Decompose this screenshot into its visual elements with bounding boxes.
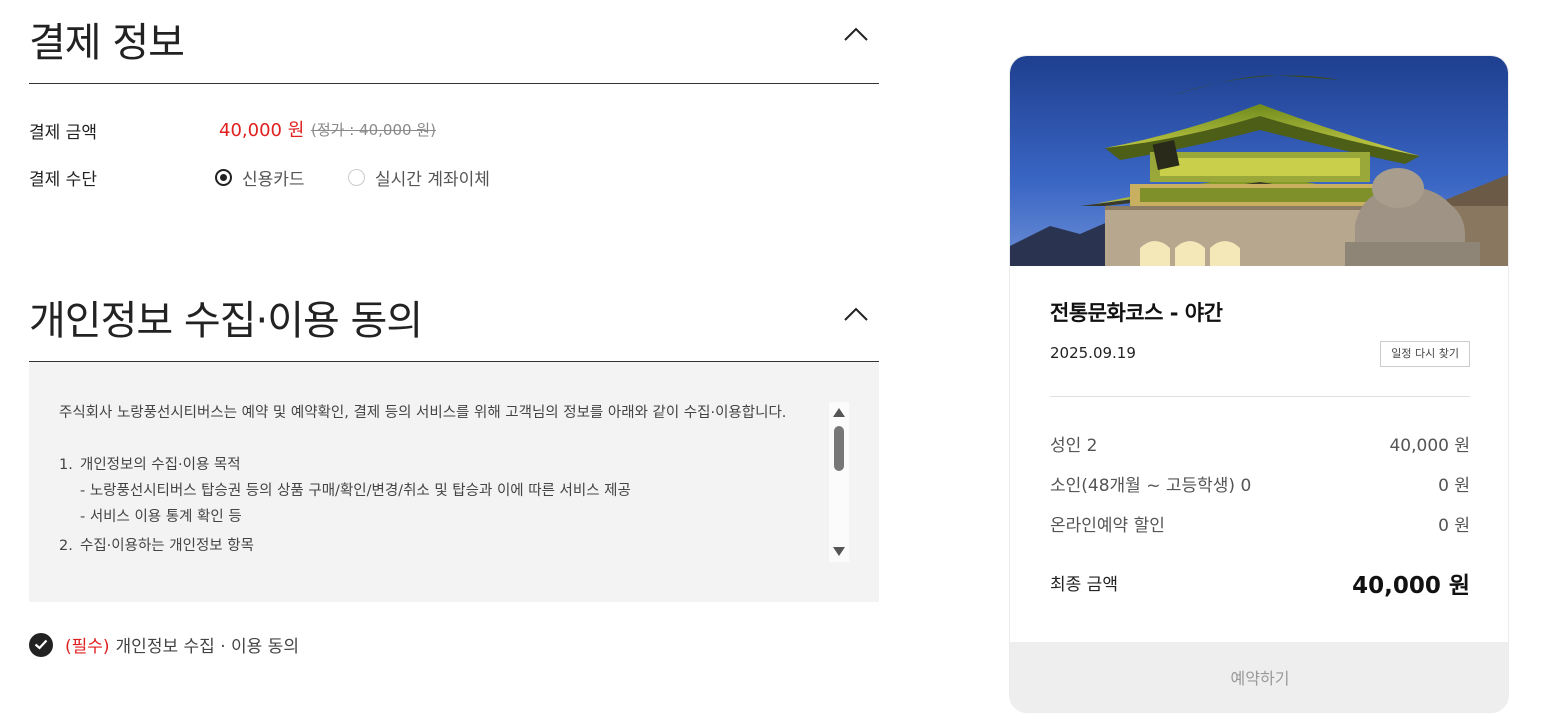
line-item-value: 0 원 (1438, 476, 1470, 496)
palace-night-photo (1010, 56, 1508, 266)
payment-amount-row: 결제 금액 40,000 원 (정가 : 40,000 원) (29, 118, 879, 143)
privacy-terms-content: 주식회사 노랑풍선시티버스는 예약 및 예약확인, 결제 등의 서비스를 위해 … (59, 404, 829, 562)
left-column: 결제 정보 결제 금액 40,000 원 (정가 : 40,000 원) 결제 … (29, 0, 879, 657)
reschedule-button[interactable]: 일정 다시 찾기 (1380, 341, 1470, 367)
payment-section-title: 결제 정보 (29, 20, 185, 66)
scroll-thumb[interactable] (834, 426, 844, 471)
terms-item1-sub2: - 서비스 이용 통계 확인 등 (80, 509, 242, 525)
booking-summary-card: 전통문화코스 - 야간 2025.09.19 일정 다시 찾기 성인 2 40,… (1009, 55, 1509, 713)
required-tag: (필수) (65, 637, 110, 657)
course-date: 2025.09.19 (1050, 344, 1136, 362)
line-item-adult: 성인 2 40,000 원 (1050, 431, 1470, 456)
line-item-label: 성인 2 (1050, 436, 1098, 456)
original-price: (정가 : 40,000 원) (311, 121, 436, 139)
privacy-section-title: 개인정보 수집·이용 동의 (29, 298, 423, 344)
total-row: 최종 금액 40,000 원 (1050, 566, 1470, 599)
check-icon[interactable] (29, 632, 53, 657)
radio-bank-transfer[interactable]: 실시간 계좌이체 (348, 165, 490, 190)
line-item-label: 온라인예약 할인 (1050, 516, 1165, 536)
terms-item1-title: 개인정보의 수집·이용 목적 (80, 457, 241, 473)
line-item-value: 40,000 원 (1389, 436, 1470, 456)
line-item-label: 소인(48개월 ~ 고등학생) 0 (1050, 476, 1252, 496)
card-divider (1050, 396, 1470, 397)
agree-label: 개인정보 수집 · 이용 동의 (115, 637, 299, 657)
terms-item1-sub1: - 노랑풍선시티버스 탑승권 등의 상품 구매/확인/변경/취소 및 탑승과 이… (80, 483, 631, 499)
privacy-section: 개인정보 수집·이용 동의 주식회사 노랑풍선시티버스는 예약 및 예약확인, … (29, 278, 879, 657)
total-label: 최종 금액 (1050, 575, 1118, 595)
terms-scrollbar[interactable] (829, 402, 849, 562)
radio-credit-card-label: 신용카드 (242, 170, 305, 190)
payment-amount-label: 결제 금액 (29, 123, 97, 143)
scroll-down-arrow-icon[interactable] (833, 547, 845, 556)
book-button[interactable]: 예약하기 (1010, 642, 1508, 712)
payment-method-label: 결제 수단 (29, 170, 97, 190)
terms-item1-num: 1. (59, 457, 73, 473)
terms-item2-num: 2. (59, 538, 73, 554)
radio-unselected-icon[interactable] (348, 169, 365, 186)
chevron-up-icon[interactable] (843, 306, 869, 322)
privacy-section-header[interactable]: 개인정보 수집·이용 동의 (29, 278, 879, 362)
payment-section-header[interactable]: 결제 정보 (29, 0, 879, 84)
payment-amount-value: 40,000 원 (219, 120, 305, 141)
chevron-up-icon[interactable] (843, 26, 869, 42)
total-value: 40,000 원 (1352, 573, 1470, 599)
terms-item2-title: 수집·이용하는 개인정보 항목 (80, 538, 254, 554)
radio-bank-transfer-label: 실시간 계좌이체 (375, 170, 490, 190)
line-item-child: 소인(48개월 ~ 고등학생) 0 0 원 (1050, 471, 1470, 496)
scroll-up-arrow-icon[interactable] (833, 408, 845, 417)
terms-intro: 주식회사 노랑풍선시티버스는 예약 및 예약확인, 결제 등의 서비스를 위해 … (59, 405, 787, 421)
line-item-discount: 온라인예약 할인 0 원 (1050, 511, 1470, 536)
course-title: 전통문화코스 - 야간 (1050, 301, 1223, 325)
payment-method-row: 결제 수단 신용카드 실시간 계좌이체 (29, 165, 879, 190)
privacy-terms-box[interactable]: 주식회사 노랑풍선시티버스는 예약 및 예약확인, 결제 등의 서비스를 위해 … (29, 362, 879, 602)
radio-selected-icon[interactable] (215, 169, 232, 186)
line-item-value: 0 원 (1438, 516, 1470, 536)
radio-credit-card[interactable]: 신용카드 (215, 165, 305, 190)
privacy-agree-checkbox[interactable]: (필수) 개인정보 수집 · 이용 동의 (29, 632, 299, 657)
